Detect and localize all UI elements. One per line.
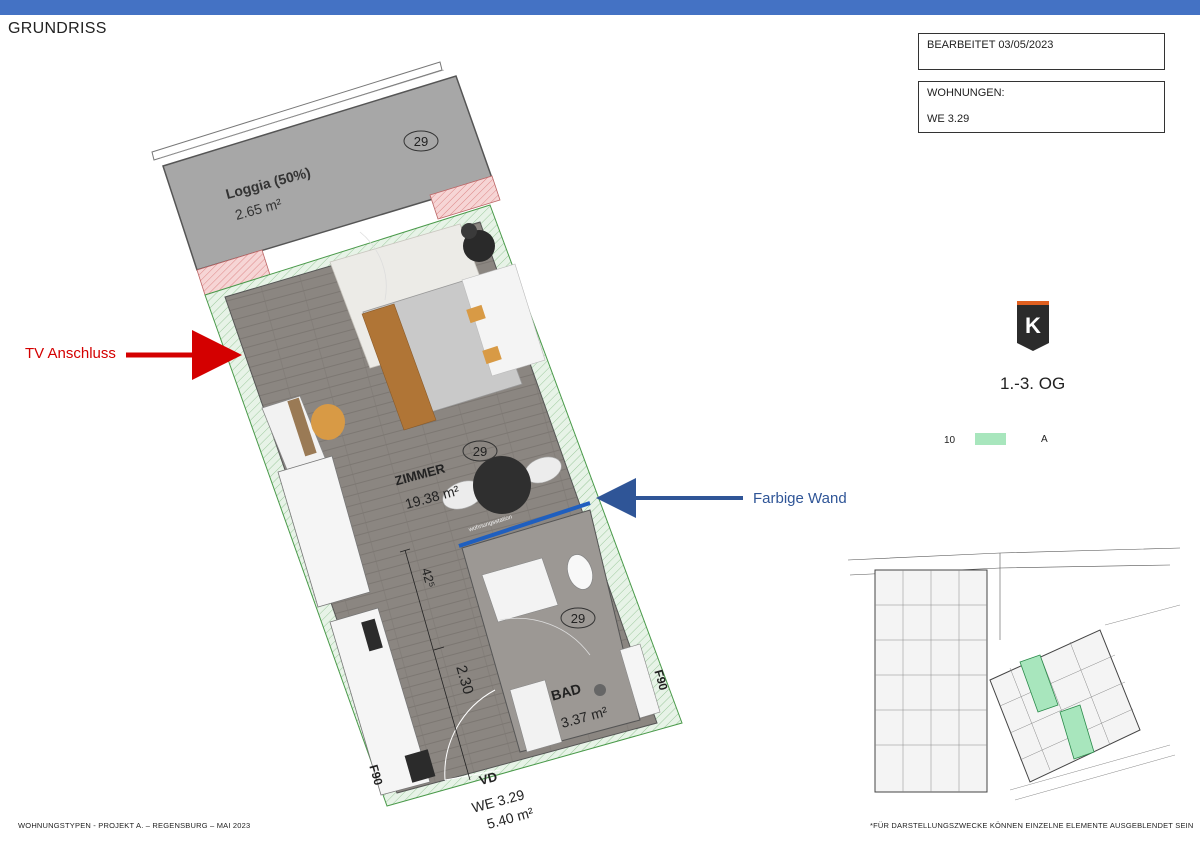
footer-project: WOHNUNGSTYPEN - PROJEKT A. – REGENSBURG … [18, 821, 251, 830]
tv-connection-label: TV Anschluss [25, 345, 116, 362]
svg-text:29: 29 [571, 611, 585, 626]
vd-label-group: VD [477, 769, 498, 788]
plant [461, 223, 477, 239]
svg-text:29: 29 [473, 444, 487, 459]
footer-disclaimer: *FÜR DARSTELLUNGSZWECKE KÖNNEN EINZELNE … [870, 821, 1194, 830]
colored-wall-label: Farbige Wand [753, 490, 847, 507]
shower-drain [594, 684, 606, 696]
vd-label: VD [477, 769, 498, 788]
desk-chair [311, 404, 345, 440]
floor-plan: 29 29 29 Loggia (50%) 2.65 m² ZIMMER 19.… [126, 61, 743, 832]
svg-text:29: 29 [414, 134, 428, 149]
dining-table [473, 456, 531, 514]
